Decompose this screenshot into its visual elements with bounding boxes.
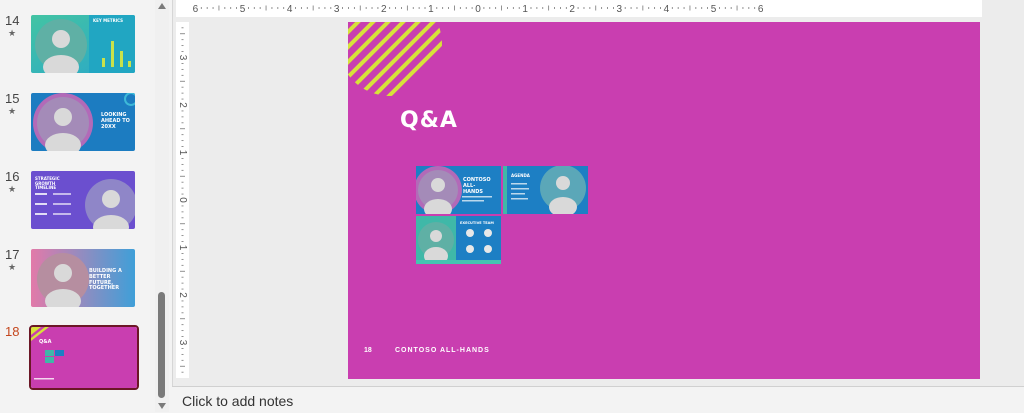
slide-image-cover[interactable]: CONTOSO ALL-HANDS bbox=[416, 166, 501, 214]
vertical-ruler[interactable]: 3 2 1 0 1 2 3 bbox=[176, 22, 189, 378]
ruler-label: 2 bbox=[177, 292, 188, 298]
thumbnail-title: Q&A bbox=[39, 339, 52, 345]
thumbnail-title: STRATEGIC GROWTH TIMELINE bbox=[35, 176, 60, 191]
horizontal-ruler[interactable]: 6 5 4 3 2 1 0 1 2 3 4 5 6 bbox=[176, 0, 982, 17]
mini-slide-title: CONTOSO ALL-HANDS bbox=[463, 177, 491, 195]
slide-number: 15 bbox=[5, 91, 20, 106]
ruler-label: 5 bbox=[240, 4, 246, 15]
ruler-label: 2 bbox=[177, 102, 188, 108]
ruler-label: 1 bbox=[522, 4, 528, 15]
ruler-label: 4 bbox=[664, 4, 670, 15]
slide-number: 16 bbox=[5, 169, 20, 184]
ruler-label: 3 bbox=[617, 4, 623, 15]
slide-image-agenda[interactable]: AGENDA bbox=[503, 166, 588, 214]
slide-thumbnail-18-selected[interactable]: Q&A bbox=[29, 325, 139, 390]
slide-number: 18 bbox=[5, 324, 20, 339]
ruler-label: 1 bbox=[177, 245, 188, 251]
animation-star-icon: ★ bbox=[8, 28, 17, 38]
slide-thumbnail-14[interactable]: KEY METRICS bbox=[31, 15, 135, 73]
ruler-label: 1 bbox=[428, 4, 434, 15]
animation-star-icon: ★ bbox=[8, 184, 17, 194]
ruler-label: 6 bbox=[758, 4, 764, 15]
scroll-down-arrow-icon[interactable] bbox=[158, 403, 166, 409]
thumbnail-title: LOOKING AHEAD TO 20XX bbox=[101, 112, 130, 130]
ruler-label: 0 bbox=[475, 4, 481, 15]
ruler-label: 0 bbox=[177, 197, 188, 203]
thumbnail-title: BUILDING A BETTER FUTURE, TOGETHER bbox=[89, 268, 122, 292]
slide-thumbnail-17[interactable]: BUILDING A BETTER FUTURE, TOGETHER bbox=[31, 249, 135, 307]
ruler-label: 3 bbox=[334, 4, 340, 15]
animation-star-icon: ★ bbox=[8, 262, 17, 272]
ruler-label: 3 bbox=[177, 55, 188, 61]
slide-image-executive-team[interactable]: EXECUTIVE TEAM bbox=[416, 216, 501, 264]
ruler-label: 6 bbox=[193, 4, 199, 15]
ruler-label: 5 bbox=[711, 4, 717, 15]
ruler-label: 3 bbox=[177, 340, 188, 346]
slide-footer-number[interactable]: 18 bbox=[364, 347, 372, 354]
slide-number: 17 bbox=[5, 247, 20, 262]
mini-slide-title: AGENDA bbox=[511, 173, 530, 178]
slide-number: 14 bbox=[5, 13, 20, 28]
ruler-label: 2 bbox=[381, 4, 387, 15]
notes-placeholder[interactable]: Click to add notes bbox=[182, 393, 293, 409]
mini-slide-title: EXECUTIVE TEAM bbox=[460, 221, 494, 225]
thumbnail-scrollbar[interactable] bbox=[155, 0, 169, 412]
ruler-label: 1 bbox=[177, 150, 188, 156]
thumbnail-title: KEY METRICS bbox=[93, 18, 124, 23]
slide-title[interactable]: Q&A bbox=[400, 108, 458, 133]
slide-thumbnail-15[interactable]: LOOKING AHEAD TO 20XX bbox=[31, 93, 135, 151]
slide-thumbnail-pane[interactable]: 14 ★ KEY METRICS 15 ★ LOOKING AHEAD TO 2… bbox=[0, 0, 172, 412]
ruler-label: 2 bbox=[569, 4, 575, 15]
scrollbar-thumb[interactable] bbox=[158, 292, 165, 398]
notes-pane[interactable]: Click to add notes bbox=[172, 386, 1024, 413]
ruler-label: 4 bbox=[287, 4, 293, 15]
slide-thumbnail-16[interactable]: STRATEGIC GROWTH TIMELINE bbox=[31, 171, 135, 229]
slide-18[interactable]: Q&A CONTOSO ALL-HANDS AGENDA EXECUTIVE T… bbox=[348, 22, 980, 379]
slide-footer-text[interactable]: CONTOSO ALL-HANDS bbox=[395, 347, 490, 354]
animation-star-icon: ★ bbox=[8, 106, 17, 116]
scroll-up-arrow-icon[interactable] bbox=[158, 3, 166, 9]
